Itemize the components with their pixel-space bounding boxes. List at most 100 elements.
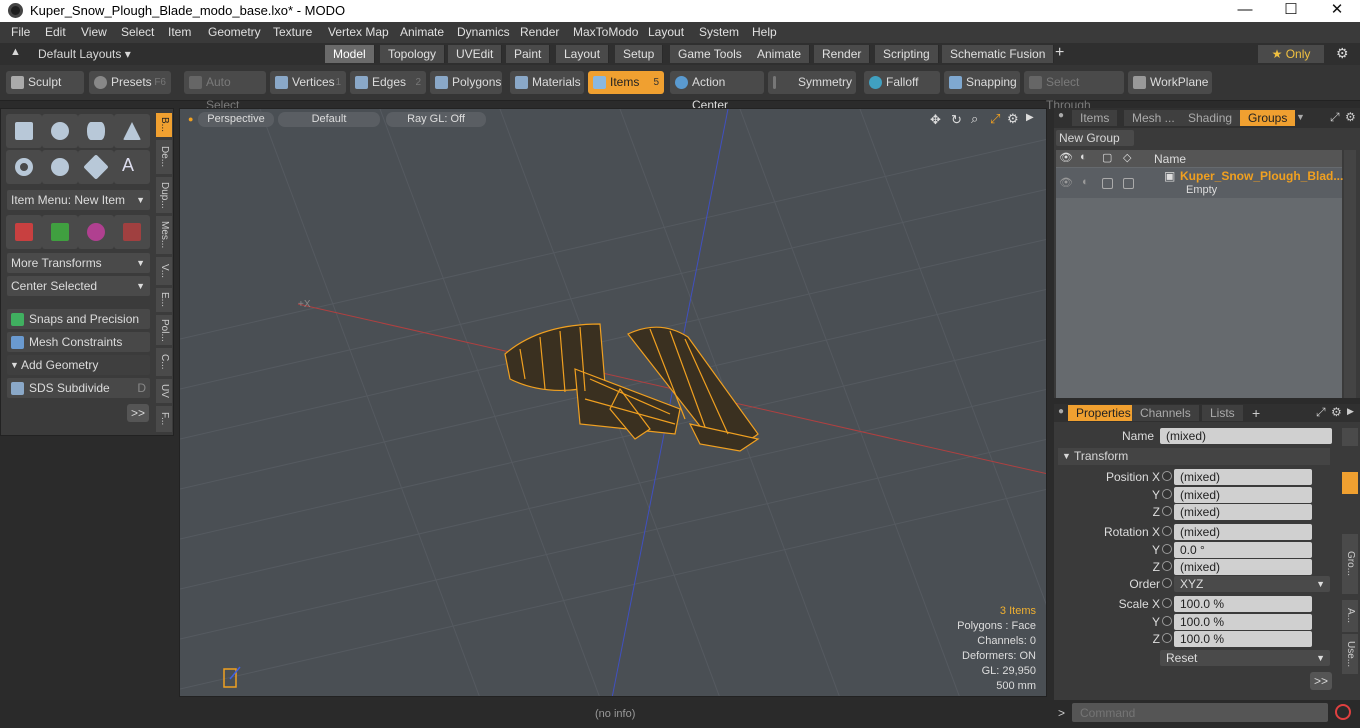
- vtab-polygon[interactable]: Pol...: [156, 315, 172, 345]
- cube-primitive-button[interactable]: [6, 114, 42, 148]
- cone-primitive-button[interactable]: [114, 114, 150, 148]
- scale-z-field[interactable]: 100.0 %: [1174, 631, 1312, 647]
- tab-groups[interactable]: Groups: [1240, 110, 1296, 126]
- vertices-mode-button[interactable]: Vertices 1: [270, 71, 346, 94]
- side-tab-user[interactable]: Use...: [1342, 634, 1358, 674]
- snapping-button[interactable]: Snapping: [944, 71, 1020, 94]
- tab-lists[interactable]: Lists: [1202, 405, 1243, 421]
- sphere-primitive-button[interactable]: [42, 114, 78, 148]
- mesh-constraints-button[interactable]: Mesh Constraints: [7, 332, 150, 352]
- snaps-precision-button[interactable]: Snaps and Precision: [7, 309, 150, 329]
- move-tool-button[interactable]: [6, 215, 42, 249]
- item-menu-dropdown[interactable]: Item Menu: New Item ▼: [7, 190, 150, 210]
- text-tool-button[interactable]: A: [114, 150, 150, 184]
- orbit-icon[interactable]: ↻: [951, 112, 962, 128]
- auto-select-button[interactable]: Auto Select: [184, 71, 266, 112]
- materials-mode-button[interactable]: Materials: [510, 71, 584, 94]
- sds-subdivide-button[interactable]: SDS Subdivide D: [7, 378, 150, 398]
- perspective-view-button[interactable]: Perspective: [198, 112, 274, 127]
- action-center-button[interactable]: Action Center: [670, 71, 764, 112]
- rotate-tool-button[interactable]: [42, 215, 78, 249]
- menu-vertex-map[interactable]: Vertex Map: [328, 25, 389, 39]
- menu-view[interactable]: View: [81, 25, 107, 39]
- menu-texture[interactable]: Texture: [273, 25, 312, 39]
- tab-animate[interactable]: Animate: [749, 45, 811, 63]
- tab-mesh[interactable]: Mesh ...: [1124, 110, 1183, 126]
- vtab-deform[interactable]: De...: [156, 140, 172, 174]
- viewport-gear-icon[interactable]: ⚙: [1007, 111, 1019, 127]
- torus-primitive-button[interactable]: [6, 150, 42, 184]
- scale-y-field[interactable]: 100.0 %: [1174, 614, 1312, 630]
- cylinder-primitive-button[interactable]: [78, 114, 114, 148]
- rotation-x-keyframe-dot[interactable]: [1162, 526, 1172, 536]
- position-y-keyframe-dot[interactable]: [1162, 489, 1172, 499]
- default-layouts-dropdown[interactable]: Default Layouts ▾: [38, 47, 131, 61]
- position-y-field[interactable]: (mixed): [1174, 487, 1312, 503]
- row-eye-icon[interactable]: 👁: [1059, 176, 1073, 189]
- center-selected-dropdown[interactable]: Center Selected ▼: [7, 276, 150, 296]
- pen-tool-button[interactable]: [78, 150, 114, 184]
- vtab-fusion[interactable]: F...: [156, 406, 172, 432]
- position-x-keyframe-dot[interactable]: [1162, 471, 1172, 481]
- expand-panel-icon[interactable]: ⤢: [1330, 110, 1340, 125]
- reset-dropdown[interactable]: Reset ▼: [1160, 650, 1330, 666]
- workplane-button[interactable]: WorkPlane: [1128, 71, 1212, 94]
- side-tab-active[interactable]: [1342, 472, 1358, 494]
- transform-tool-button[interactable]: [114, 215, 150, 249]
- rotation-y-field[interactable]: 0.0 °: [1174, 542, 1312, 558]
- menu-maxtomodo[interactable]: MaxToModo: [573, 25, 638, 39]
- tab-properties[interactable]: Properties: [1068, 405, 1139, 421]
- gear-icon[interactable]: ⚙: [1336, 45, 1349, 62]
- transform-section[interactable]: ▼ Transform: [1058, 448, 1330, 465]
- position-z-keyframe-dot[interactable]: [1162, 506, 1172, 516]
- scale-x-field[interactable]: 100.0 %: [1174, 596, 1312, 612]
- close-button[interactable]: ✕: [1314, 0, 1360, 22]
- tab-layout[interactable]: Layout: [556, 45, 610, 63]
- command-input[interactable]: [1072, 703, 1328, 722]
- symmetry-button[interactable]: Symmetry: [768, 71, 856, 94]
- tab-render[interactable]: Render: [814, 45, 871, 63]
- panel-gear-icon[interactable]: ⚙: [1345, 110, 1356, 124]
- viewport-menu-icon[interactable]: ●: [188, 114, 193, 124]
- add-tab-button[interactable]: +: [1252, 405, 1260, 421]
- vtab-curve[interactable]: C...: [156, 348, 172, 376]
- position-z-field[interactable]: (mixed): [1174, 504, 1312, 520]
- scale-z-keyframe-dot[interactable]: [1162, 633, 1172, 643]
- side-tab-top[interactable]: [1342, 428, 1358, 446]
- minimize-button[interactable]: —: [1222, 0, 1268, 22]
- expand-panel-icon[interactable]: ⤢: [1316, 405, 1326, 420]
- side-tab-groups[interactable]: Gro...: [1342, 534, 1358, 594]
- menu-edit[interactable]: Edit: [45, 25, 66, 39]
- tab-setup[interactable]: Setup: [615, 45, 664, 63]
- tab-topology[interactable]: Topology: [380, 45, 446, 63]
- select-through-button[interactable]: Select Through: [1024, 71, 1124, 112]
- menu-select[interactable]: Select: [121, 25, 154, 39]
- tab-channels[interactable]: Channels: [1132, 405, 1199, 421]
- order-keyframe-dot[interactable]: [1162, 578, 1172, 588]
- add-geometry-section[interactable]: ▼ Add Geometry: [7, 355, 150, 375]
- tab-schematic-fusion[interactable]: Schematic Fusion: [942, 45, 1055, 63]
- zoom-icon[interactable]: ⌕: [971, 111, 978, 127]
- render-icon[interactable]: ◐: [1080, 151, 1087, 163]
- vtab-vertex[interactable]: V...: [156, 257, 172, 285]
- vtab-edge[interactable]: E...: [156, 288, 172, 312]
- menu-file[interactable]: File: [11, 25, 30, 39]
- add-tab-button[interactable]: +: [1055, 44, 1064, 62]
- tab-uvedit[interactable]: UVEdit: [448, 45, 503, 63]
- viewport-expand-icon[interactable]: ▶: [1026, 112, 1034, 123]
- pan-icon[interactable]: ✥: [930, 112, 941, 128]
- record-stop-icon[interactable]: [1335, 704, 1351, 720]
- name-column-header[interactable]: Name: [1154, 152, 1186, 166]
- only-toggle[interactable]: ★ Only: [1258, 45, 1324, 63]
- vtab-duplicate[interactable]: Dup...: [156, 177, 172, 213]
- more-properties-button[interactable]: >>: [1310, 672, 1332, 690]
- falloff-button[interactable]: Falloff: [864, 71, 940, 94]
- menu-system[interactable]: System: [699, 25, 739, 39]
- sculpt-button[interactable]: Sculpt: [6, 71, 84, 94]
- maximize-button[interactable]: ☐: [1268, 0, 1314, 22]
- row-lock-checkbox[interactable]: [1102, 178, 1113, 189]
- menu-layout[interactable]: Layout: [648, 25, 684, 39]
- vtab-mesh-edit[interactable]: Mes...: [156, 216, 172, 254]
- tab-game-tools[interactable]: Game Tools: [670, 45, 751, 63]
- scale-x-keyframe-dot[interactable]: [1162, 598, 1172, 608]
